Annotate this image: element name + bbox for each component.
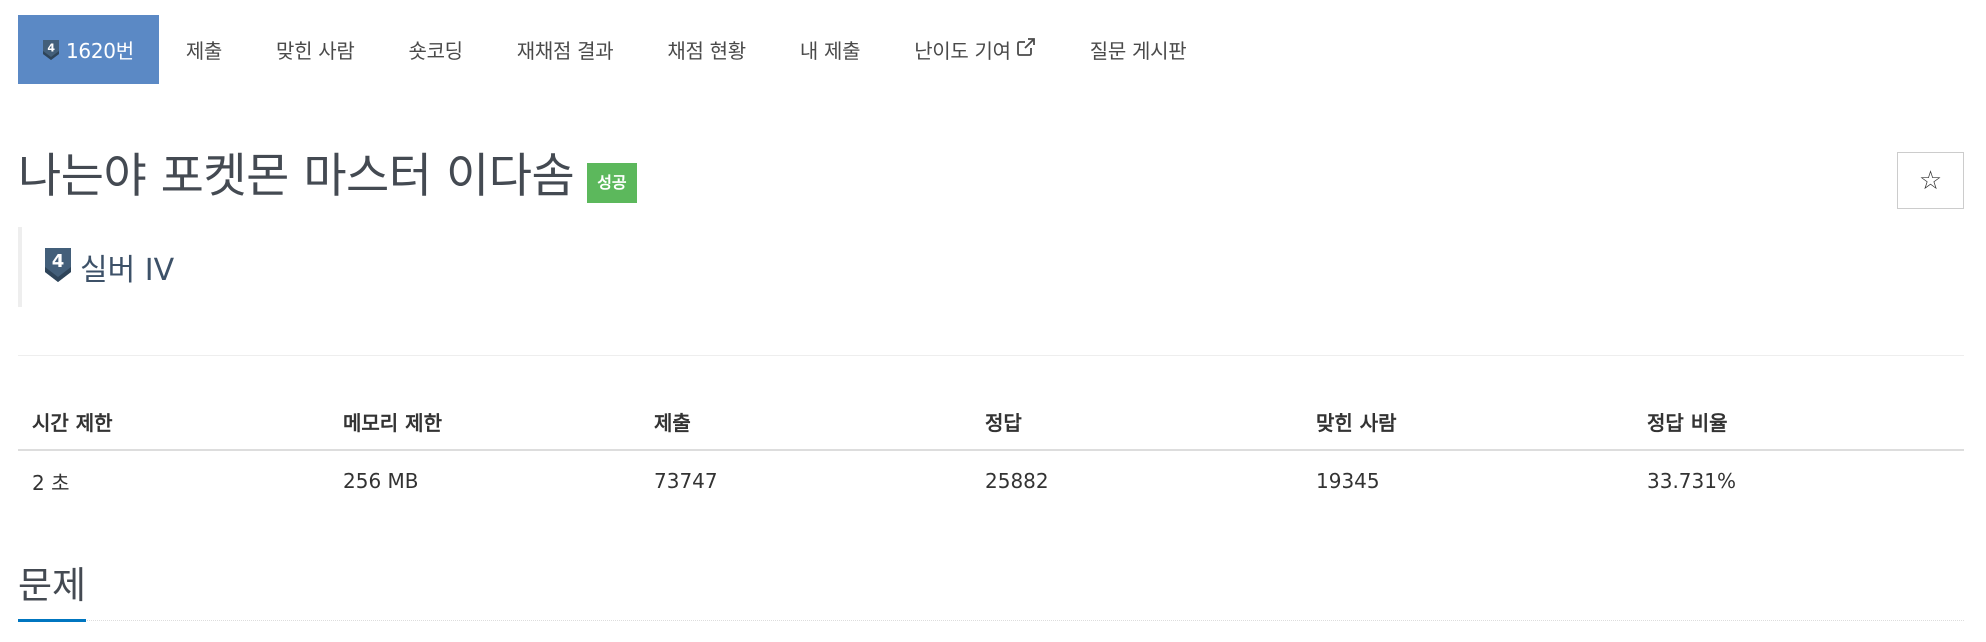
tier-label: 실버 IV [80, 253, 175, 288]
tier-number: 4 [52, 251, 65, 272]
external-link-icon [1016, 37, 1036, 62]
value-time-limit: 2 초 [32, 470, 70, 495]
value-solved-users: 19345 [1316, 469, 1380, 493]
tab-judge-status[interactable]: 채점 현황 [640, 15, 772, 84]
tier-number: 4 [47, 41, 55, 54]
star-button[interactable]: ☆ [1897, 152, 1964, 209]
tab-solved-users-label: 맞힌 사람 [276, 39, 355, 63]
header-submissions: 제출 [640, 393, 971, 451]
header-accept-rate: 정답 비율 [1633, 393, 1964, 451]
section-underline [18, 620, 1964, 621]
value-accept-rate: 33.731% [1647, 469, 1736, 493]
header-time-limit: 시간 제한 [18, 393, 329, 451]
tab-difficulty-contribution-label: 난이도 기여 [914, 39, 1011, 63]
tab-problem-label: 1620번 [66, 39, 134, 63]
section-title: 문제 [18, 555, 87, 622]
tier-block: 4 실버 IV [18, 227, 174, 307]
value-memory-limit: 256 MB [343, 469, 419, 493]
header-solved-users: 맞힌 사람 [1302, 393, 1633, 451]
tab-rejudge-results[interactable]: 재채점 결과 [490, 15, 641, 84]
result-badge: 성공 [587, 163, 637, 203]
problem-page: 4 1620번 제출 맞힌 사람 숏코딩 재채점 결과 채점 현황 내 제출 난… [18, 15, 1964, 622]
table-row: 2 초 256 MB 73747 25882 19345 33.731% [18, 450, 1964, 511]
tab-submit[interactable]: 제출 [159, 15, 249, 84]
header-accepted: 정답 [971, 393, 1302, 451]
tab-question-board[interactable]: 질문 게시판 [1063, 15, 1214, 84]
tab-short-coding[interactable]: 숏코딩 [381, 15, 489, 84]
problem-info-table: 시간 제한 메모리 제한 제출 정답 맞힌 사람 정답 비율 2 초 256 M… [18, 393, 1964, 511]
divider [18, 355, 1964, 356]
problem-title: 나는야 포켓몬 마스터 이다솜 [18, 149, 575, 204]
silver-4-tier-icon: 4 [44, 247, 72, 287]
table-header-row: 시간 제한 메모리 제한 제출 정답 맞힌 사람 정답 비율 [18, 393, 1964, 451]
problem-tabs: 4 1620번 제출 맞힌 사람 숏코딩 재채점 결과 채점 현황 내 제출 난… [18, 15, 1964, 84]
tab-judge-status-label: 채점 현황 [667, 39, 746, 63]
tab-problem[interactable]: 4 1620번 [18, 15, 159, 84]
tab-short-coding-label: 숏코딩 [408, 39, 463, 63]
tab-solved-users[interactable]: 맞힌 사람 [249, 15, 381, 84]
star-icon: ☆ [1918, 165, 1943, 196]
tab-submit-label: 제출 [185, 39, 223, 63]
tab-rejudge-results-label: 재채점 결과 [516, 39, 614, 63]
header-memory-limit: 메모리 제한 [329, 393, 640, 451]
tab-my-submissions-label: 내 제출 [799, 39, 861, 63]
tab-question-board-label: 질문 게시판 [1089, 39, 1187, 63]
tab-difficulty-contribution[interactable]: 난이도 기여 [887, 15, 1063, 84]
problem-title-row: 나는야 포켓몬 마스터 이다솜 성공 [18, 147, 637, 207]
silver-4-tier-icon: 4 [42, 39, 60, 61]
value-submissions: 73747 [654, 469, 718, 493]
problem-section: 문제 [18, 555, 1964, 622]
value-accepted: 25882 [985, 469, 1049, 493]
tab-my-submissions[interactable]: 내 제출 [773, 15, 887, 84]
